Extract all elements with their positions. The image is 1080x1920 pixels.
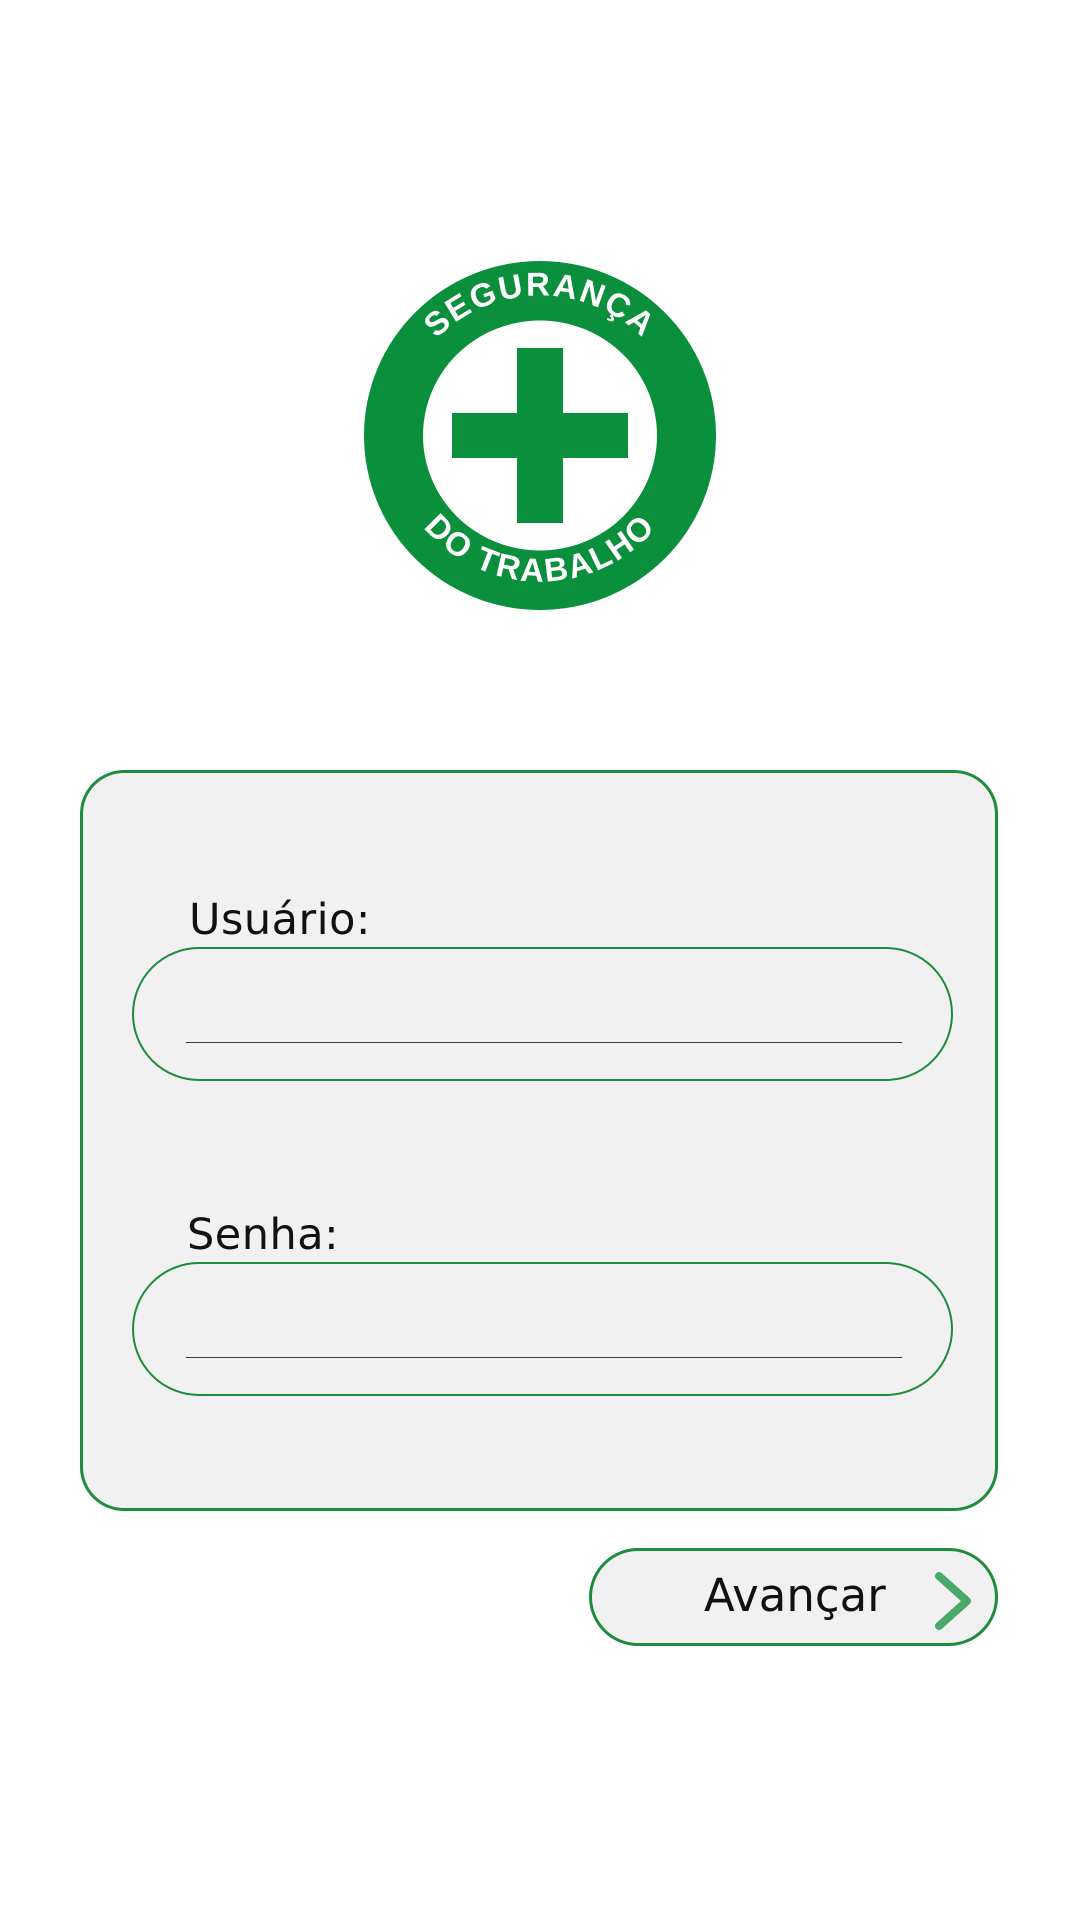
password-label: Senha:	[187, 1210, 340, 1260]
login-form: Usuário: Senha:	[80, 770, 998, 1511]
user-label: Usuário:	[189, 895, 371, 945]
login-screen: SEGURANÇA DO TRABALHO Usuário: Senha: Av…	[0, 0, 1080, 1920]
chevron-right-icon	[931, 1570, 975, 1632]
next-button-label: Avançar	[704, 1569, 886, 1622]
password-input[interactable]	[186, 1294, 902, 1358]
user-input[interactable]	[186, 979, 902, 1043]
safety-logo: SEGURANÇA DO TRABALHO	[364, 261, 716, 610]
password-field[interactable]	[132, 1262, 953, 1396]
safety-cross-icon: SEGURANÇA DO TRABALHO	[364, 261, 716, 610]
user-field[interactable]	[132, 947, 953, 1081]
next-button[interactable]: Avançar	[589, 1548, 998, 1646]
